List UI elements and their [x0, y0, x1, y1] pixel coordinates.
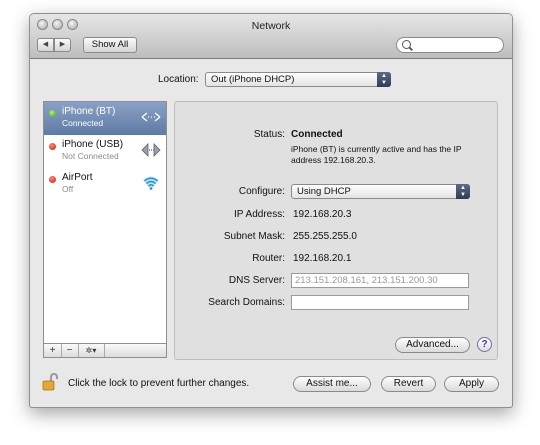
- title-bar: Network ◀ ▶ Show All: [30, 14, 512, 59]
- popup-arrows-icon: ▲ ▼: [456, 184, 470, 199]
- search-field[interactable]: [396, 37, 504, 53]
- window-title: Network: [251, 20, 291, 32]
- search-domains-label: Search Domains:: [208, 297, 285, 308]
- forward-button[interactable]: ▶: [54, 38, 71, 52]
- service-name: iPhone (BT): [62, 106, 116, 117]
- dns-server-field[interactable]: 213.151.208.161, 213.151.200.30: [291, 273, 469, 288]
- revert-button[interactable]: Revert: [381, 376, 436, 392]
- location-value: Out (iPhone DHCP): [211, 74, 295, 85]
- service-list: iPhone (BT) Connected iPhone (USB) Not C…: [43, 101, 167, 344]
- service-item-iphone-usb[interactable]: iPhone (USB) Not Connected: [44, 135, 166, 168]
- service-item-iphone-bt[interactable]: iPhone (BT) Connected: [44, 102, 166, 135]
- wifi-icon: [143, 176, 159, 190]
- status-label: Status:: [253, 129, 285, 140]
- service-item-airport[interactable]: AirPort Off: [44, 168, 166, 201]
- popup-arrows-icon: ▲ ▼: [377, 72, 391, 87]
- location-label: Location:: [158, 74, 199, 85]
- router-value: 192.168.20.1: [293, 253, 352, 264]
- status-description-line-1: iPhone (BT) is currently active and has …: [291, 144, 462, 154]
- service-status: Not Connected: [62, 151, 119, 161]
- lock-open-icon[interactable]: [42, 373, 58, 391]
- apply-button[interactable]: Apply: [444, 376, 499, 392]
- help-button[interactable]: ?: [477, 337, 492, 352]
- ip-address-label: IP Address:: [234, 209, 285, 220]
- subnet-mask-label: Subnet Mask:: [223, 231, 285, 242]
- service-list-toolbar: + − ✲▾: [43, 344, 167, 358]
- configure-label: Configure:: [238, 186, 285, 197]
- service-name: AirPort: [62, 172, 93, 183]
- assist-me-button[interactable]: Assist me...: [293, 376, 371, 392]
- add-service-button[interactable]: +: [44, 344, 62, 357]
- configure-popup[interactable]: Using DHCP ▲ ▼: [291, 184, 470, 199]
- service-name: iPhone (USB): [62, 139, 124, 150]
- subnet-mask-value: 255.255.255.0: [293, 231, 357, 242]
- status-description-line-2: address 192.168.20.3.: [291, 155, 376, 165]
- lock-message: Click the lock to prevent further change…: [68, 378, 250, 389]
- remove-service-button[interactable]: −: [61, 344, 79, 357]
- service-status: Connected: [62, 118, 104, 128]
- search-domains-field[interactable]: [291, 295, 469, 310]
- advanced-button[interactable]: Advanced...: [395, 337, 470, 353]
- configure-value: Using DHCP: [297, 186, 351, 197]
- service-detail-panel: Status: Connected iPhone (BT) is current…: [174, 101, 498, 360]
- dns-server-label: DNS Server:: [228, 275, 285, 286]
- back-button[interactable]: ◀: [37, 38, 54, 52]
- network-preferences-window: Network ◀ ▶ Show All Location: Out (iPho…: [29, 13, 513, 408]
- service-status: Off: [62, 184, 74, 194]
- router-label: Router:: [252, 253, 285, 264]
- search-icon: [402, 40, 411, 49]
- service-action-menu[interactable]: ✲▾: [78, 344, 105, 357]
- status-value: Connected: [291, 129, 343, 140]
- location-popup[interactable]: Out (iPhone DHCP) ▲ ▼: [205, 72, 391, 87]
- status-dot-red-icon: [49, 176, 56, 183]
- ip-address-value: 192.168.20.3: [293, 209, 352, 220]
- bluetooth-arrows-icon: [141, 112, 161, 122]
- ethernet-arrows-icon: [141, 143, 161, 157]
- show-all-button[interactable]: Show All: [83, 37, 137, 53]
- status-dot-red-icon: [49, 143, 56, 150]
- status-dot-green-icon: [49, 110, 56, 117]
